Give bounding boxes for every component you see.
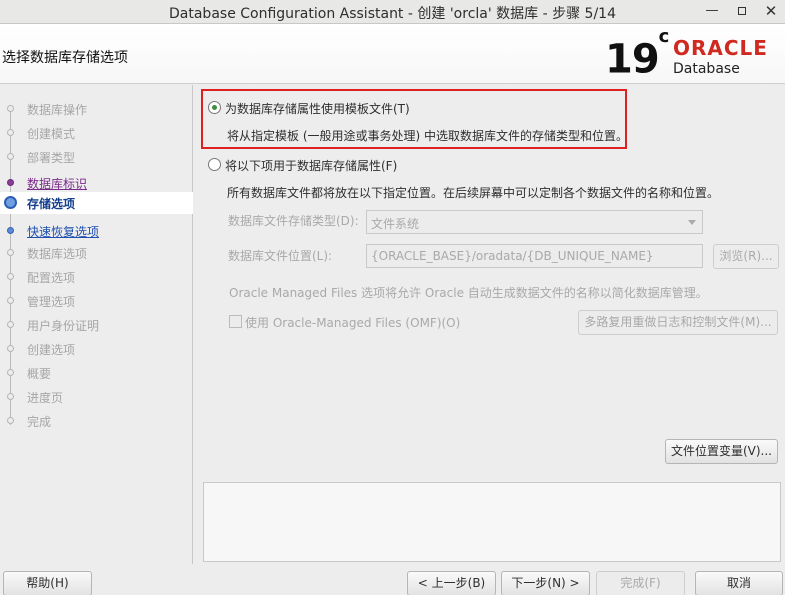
sidebar-step[interactable]: 存储选项	[0, 192, 193, 214]
sidebar-step-label: 数据库操作	[27, 103, 88, 117]
sidebar-step-label: 用户身份证明	[27, 319, 100, 333]
file-location-input[interactable]: {ORACLE_BASE}/oradata/{DB_UNIQUE_NAME}	[366, 244, 703, 268]
sidebar-step-label: 创建选项	[27, 343, 76, 357]
file-location-label: 数据库文件位置(L):	[228, 249, 333, 263]
step-indicator-icon	[7, 129, 14, 136]
storage-type-value: 文件系统	[371, 217, 420, 231]
template-storage-label[interactable]: 为数据库存储属性使用模板文件(T)	[225, 100, 410, 117]
step-indicator-icon	[7, 179, 14, 186]
sidebar-step-label: 数据库标识	[27, 177, 88, 191]
window-titlebar: Database Configuration Assistant - 创建 'o…	[0, 0, 785, 24]
sidebar-step: 用户身份证明	[0, 314, 193, 335]
finish-button[interactable]: 完成(F)	[596, 571, 685, 595]
oracle-logo-product: Database	[673, 61, 740, 77]
message-area	[203, 482, 781, 562]
step-indicator-icon	[7, 393, 14, 400]
sidebar-step: 配置选项	[0, 266, 193, 287]
chevron-down-icon	[688, 220, 696, 225]
next-button[interactable]: 下一步(N) >	[501, 571, 590, 595]
logo-version-sup: c	[658, 26, 670, 47]
sidebar-step-label: 快速恢复选项	[27, 225, 100, 239]
maximize-button[interactable]	[733, 2, 751, 20]
sidebar-step-label: 管理选项	[27, 295, 76, 309]
sidebar-step: 数据库选项	[0, 242, 193, 263]
sidebar-step: 创建模式	[0, 122, 193, 143]
sidebar-step[interactable]: 数据库标识	[0, 172, 193, 193]
help-button[interactable]: 帮助(H)	[3, 571, 92, 595]
page-title: 选择数据库存储选项	[2, 50, 128, 66]
sidebar-step: 数据库操作	[0, 98, 193, 119]
sidebar-step-label: 部署类型	[27, 151, 76, 165]
sidebar-step: 概要	[0, 362, 193, 383]
sidebar-step-label: 完成	[27, 415, 52, 429]
step-indicator-icon	[7, 227, 14, 234]
oracle-logo-brand: ORACLE	[673, 36, 768, 60]
custom-storage-label[interactable]: 将以下项用于数据库存储属性(F)	[225, 157, 397, 174]
step-indicator-icon	[7, 273, 14, 280]
oracle-logo-version: 19c	[605, 26, 669, 83]
logo-version-number: 19	[605, 36, 660, 83]
sidebar-step: 进度页	[0, 386, 193, 407]
step-indicator-icon	[7, 369, 14, 376]
template-storage-desc: 将从指定模板 (一般用途或事务处理) 中选取数据库文件的存储类型和位置。	[227, 129, 628, 143]
step-sidebar: 数据库操作创建模式部署类型数据库标识存储选项快速恢复选项 数据库选项配置选项管理选…	[0, 85, 193, 564]
step-indicator-icon	[7, 153, 14, 160]
sidebar-step-label: 进度页	[27, 391, 64, 405]
template-storage-radio[interactable]	[208, 101, 221, 114]
multiplex-redo-button[interactable]: 多路复用重做日志和控制文件(M)...	[578, 310, 778, 335]
page-header: 选择数据库存储选项 19c ORACLE Database	[0, 24, 785, 84]
sidebar-step-label: 概要	[27, 367, 52, 381]
sidebar-step: 完成	[0, 410, 193, 431]
file-location-variables-button[interactable]: 文件位置变量(V)...	[665, 439, 778, 464]
sidebar-step: 部署类型	[0, 146, 193, 167]
sidebar-step-label: 配置选项	[27, 271, 76, 285]
custom-storage-desc: 所有数据库文件都将放在以下指定位置。在后续屏幕中可以定制各个数据文件的名称和位置…	[227, 186, 720, 200]
window-title: Database Configuration Assistant - 创建 'o…	[169, 6, 616, 22]
step-indicator-icon	[7, 105, 14, 112]
custom-storage-radio[interactable]	[208, 158, 221, 171]
cancel-button[interactable]: 取消	[695, 571, 783, 595]
sidebar-step-label: 数据库选项	[27, 247, 88, 261]
sidebar-step-label: 存储选项	[27, 197, 76, 211]
sidebar-step-label: 创建模式	[27, 127, 76, 141]
step-indicator-icon	[7, 297, 14, 304]
step-indicator-icon	[7, 417, 14, 424]
omf-description: Oracle Managed Files 选项将允许 Oracle 自动生成数据…	[229, 286, 708, 300]
sidebar-step: 创建选项	[0, 338, 193, 359]
step-indicator-icon	[7, 345, 14, 352]
close-button[interactable]: ✕	[762, 2, 780, 20]
omf-checkbox[interactable]	[229, 315, 242, 328]
step-indicator-icon	[7, 321, 14, 328]
sidebar-step[interactable]: 快速恢复选项	[0, 220, 193, 241]
step-indicator-icon	[4, 196, 17, 209]
browse-button[interactable]: 浏览(R)...	[713, 244, 779, 269]
sidebar-step: 管理选项	[0, 290, 193, 311]
step-indicator-icon	[7, 249, 14, 256]
main-panel: 为数据库存储属性使用模板文件(T) 将从指定模板 (一般用途或事务处理) 中选取…	[194, 85, 785, 564]
back-button[interactable]: < 上一步(B)	[407, 571, 496, 595]
storage-type-select[interactable]: 文件系统	[366, 210, 703, 234]
omf-checkbox-label[interactable]: 使用 Oracle-Managed Files (OMF)(O)	[245, 314, 460, 331]
minimize-button[interactable]: —	[703, 2, 721, 20]
storage-type-label: 数据库文件存储类型(D):	[228, 214, 359, 228]
maximize-icon	[738, 7, 746, 15]
